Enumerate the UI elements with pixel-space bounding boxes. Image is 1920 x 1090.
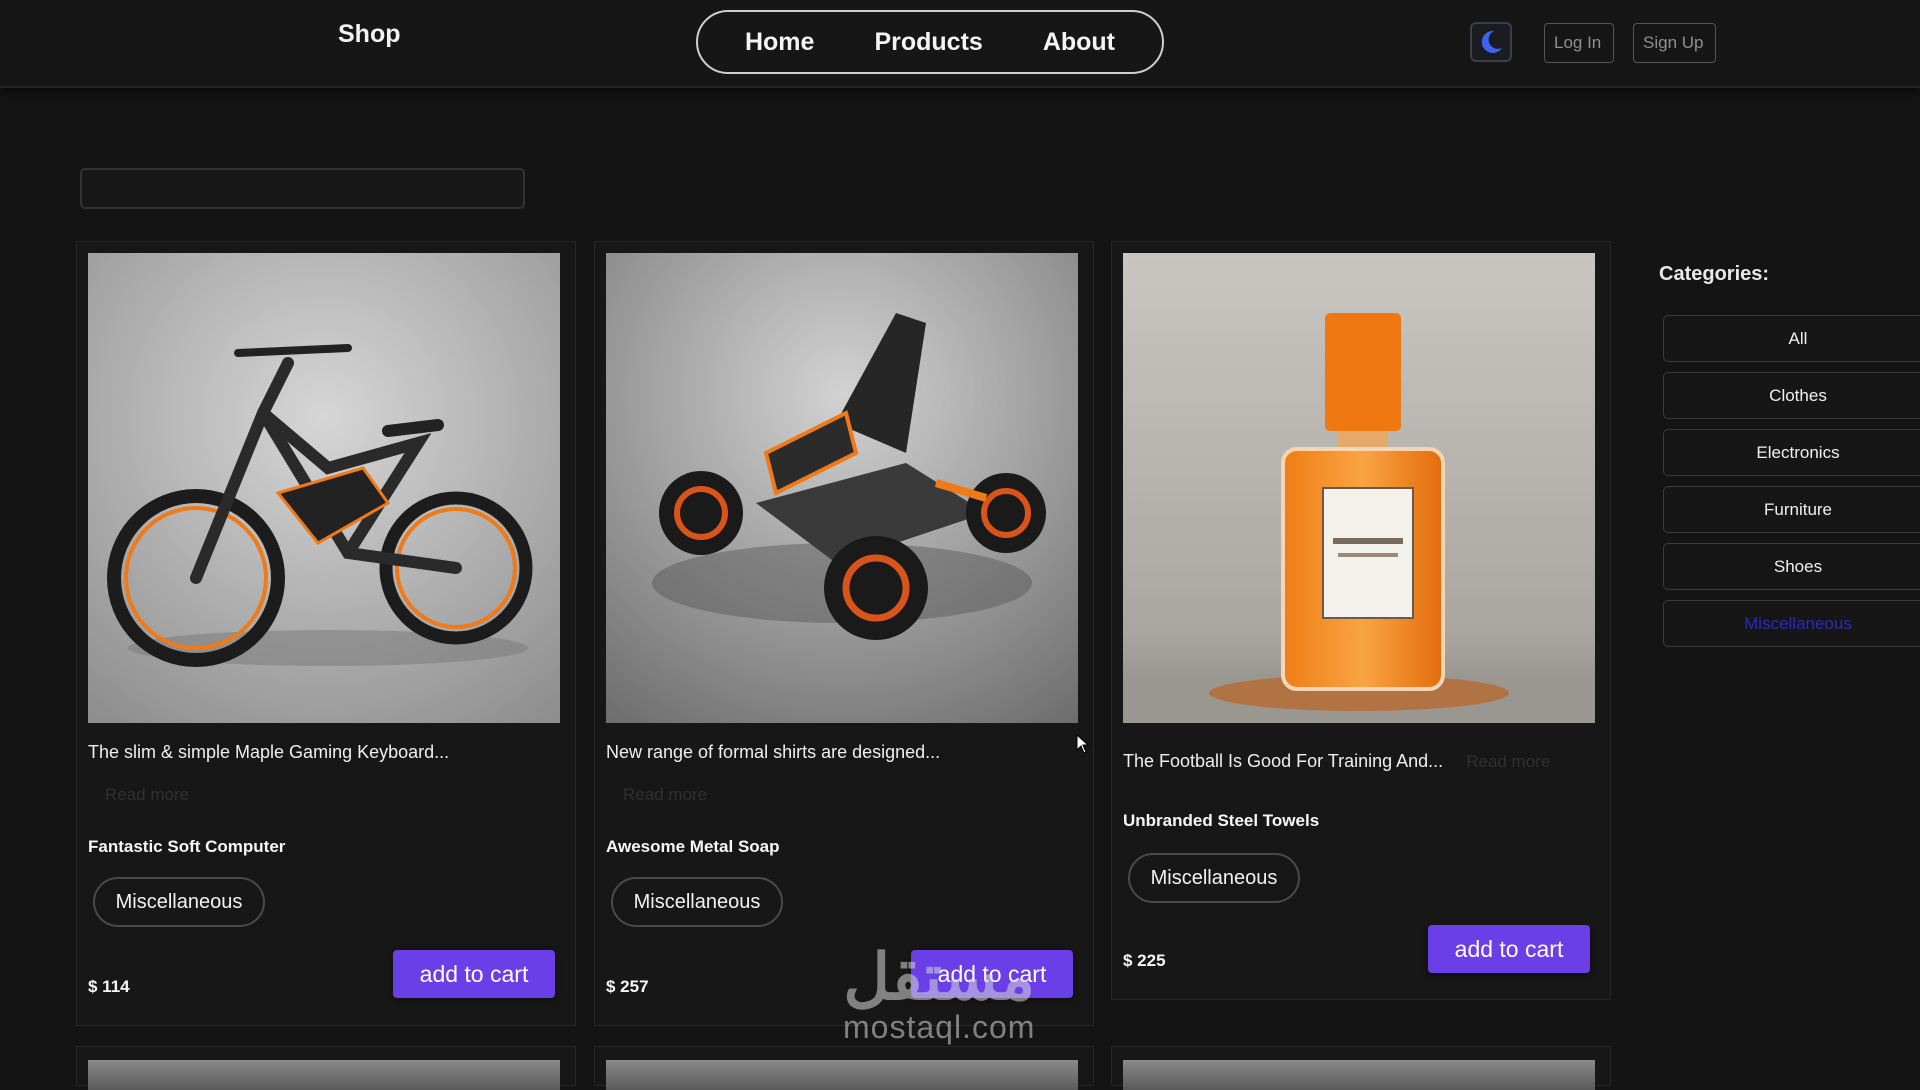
perfume-bottle-image <box>1123 253 1595 723</box>
site-header: Shop Home Products About Log In Sign Up <box>0 0 1920 88</box>
product-title: Unbranded Steel Towels <box>1123 811 1320 830</box>
product-card: The Football Is Good For Training And...… <box>1111 241 1611 1000</box>
category-electronics-button[interactable]: Electronics <box>1663 429 1920 476</box>
moon-icon <box>1481 30 1502 53</box>
product-description: The slim & simple Maple Gaming Keyboard.… <box>88 742 450 762</box>
product-image[interactable] <box>88 253 560 723</box>
read-more-link[interactable]: Read more <box>105 785 189 805</box>
product-image[interactable] <box>1123 253 1595 723</box>
watermark-url: mostaql.com <box>843 1009 1036 1045</box>
category-all-button[interactable]: All <box>1663 315 1920 362</box>
watermark-logo: مستقل <box>843 941 1035 1013</box>
category-tag: Miscellaneous <box>611 877 783 927</box>
read-more-link[interactable]: Read more <box>623 785 707 805</box>
watermark: مستقل mostaql.com <box>843 945 1035 1046</box>
product-card <box>594 1046 1094 1090</box>
nav-products-link[interactable]: Products <box>874 28 982 57</box>
signup-button[interactable]: Sign Up <box>1633 23 1716 63</box>
product-image[interactable] <box>606 253 1078 723</box>
category-tag: Miscellaneous <box>1128 853 1300 903</box>
read-more-link[interactable]: Read more <box>1466 752 1550 771</box>
product-card: New range of formal shirts are designed.… <box>594 241 1094 1026</box>
main-nav: Home Products About <box>696 10 1164 74</box>
product-card <box>1111 1046 1611 1090</box>
category-clothes-button[interactable]: Clothes <box>1663 372 1920 419</box>
product-price: $ 225 <box>1123 951 1166 970</box>
search-input[interactable] <box>80 168 525 209</box>
product-price: $ 257 <box>606 977 649 996</box>
category-furniture-button[interactable]: Furniture <box>1663 486 1920 533</box>
product-image[interactable] <box>1123 1060 1595 1090</box>
theme-toggle-button[interactable] <box>1470 22 1512 62</box>
add-to-cart-button[interactable]: add to cart <box>1428 925 1590 973</box>
nav-home-link[interactable]: Home <box>745 28 814 57</box>
product-card <box>76 1046 576 1090</box>
brand-logo[interactable]: Shop <box>338 20 401 49</box>
product-image[interactable] <box>606 1060 1078 1090</box>
category-tag: Miscellaneous <box>93 877 265 927</box>
go-kart-image <box>606 253 1078 723</box>
electric-bike-image <box>88 253 560 723</box>
product-description: New range of formal shirts are designed.… <box>606 742 941 762</box>
category-shoes-button[interactable]: Shoes <box>1663 543 1920 590</box>
category-miscellaneous-button[interactable]: Miscellaneous <box>1663 600 1920 647</box>
product-card: The slim & simple Maple Gaming Keyboard.… <box>76 241 576 1026</box>
mouse-cursor-icon <box>1076 734 1090 754</box>
add-to-cart-button[interactable]: add to cart <box>393 950 555 998</box>
nav-about-link[interactable]: About <box>1043 28 1115 57</box>
categories-heading: Categories: <box>1659 263 1770 285</box>
product-price: $ 114 <box>88 977 130 996</box>
product-image[interactable] <box>88 1060 560 1090</box>
product-title: Fantastic Soft Computer <box>88 837 286 856</box>
product-description: The Football Is Good For Training And...… <box>1123 751 1551 771</box>
product-title: Awesome Metal Soap <box>606 837 780 856</box>
login-button[interactable]: Log In <box>1544 23 1614 63</box>
